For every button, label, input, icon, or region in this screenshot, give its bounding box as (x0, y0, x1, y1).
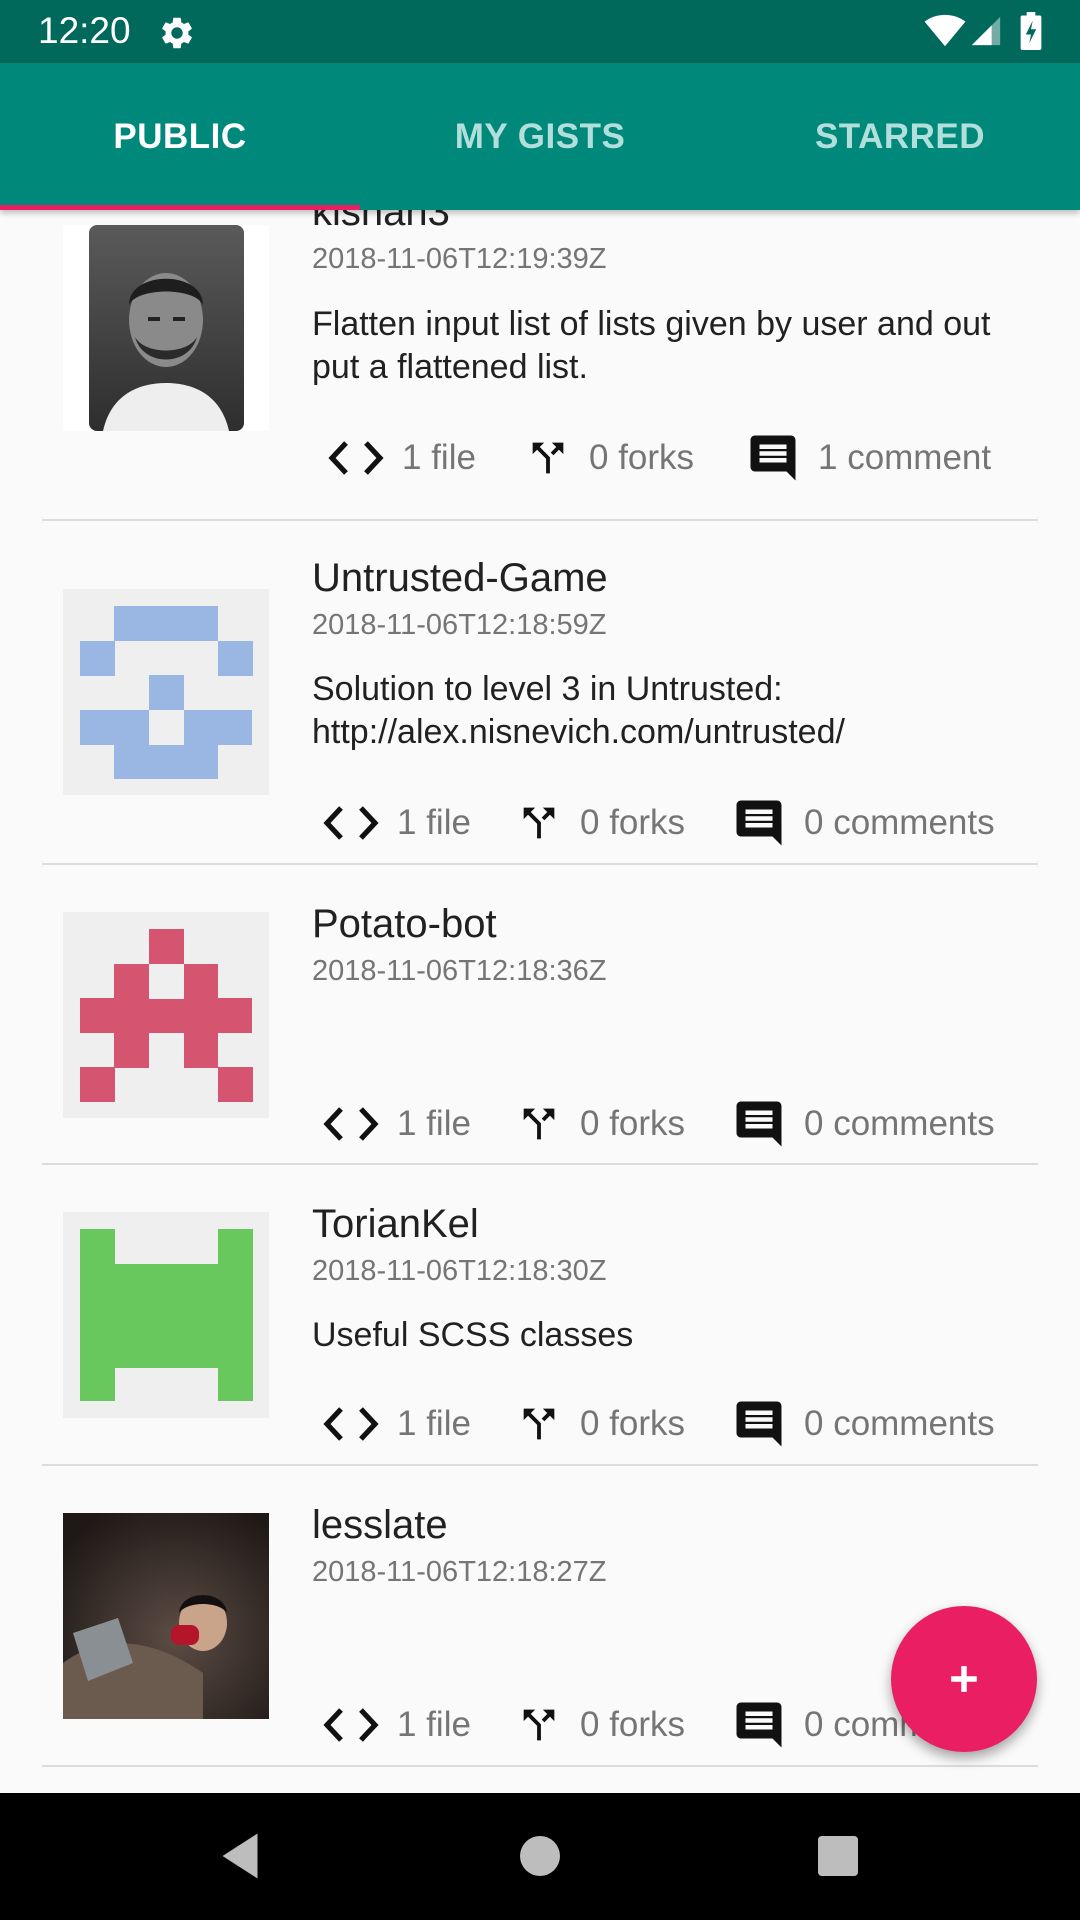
file-count: 1 file (323, 1394, 471, 1454)
code-icon (328, 441, 384, 475)
gist-owner: Untrusted-Game (312, 556, 608, 600)
comment-icon (736, 800, 782, 846)
fork-icon (523, 1709, 555, 1741)
gist-item[interactable]: TorianKel 2018-11-06T12:18:30Z Useful SC… (0, 1165, 1080, 1465)
tab-public[interactable]: PUBLIC (0, 63, 360, 210)
gist-stats: 1 file 0 forks 0 comments (312, 793, 1032, 853)
file-count: 1 file (323, 1094, 471, 1154)
comment-icon (736, 1401, 782, 1447)
avatar (63, 589, 269, 795)
comment-icon (750, 435, 796, 481)
settings-gear-icon (162, 17, 192, 49)
file-count-label: 1 file (402, 438, 476, 477)
status-bar: 12:20 (0, 0, 1080, 63)
gist-stats: 1 file 0 forks 1 comment (312, 428, 1032, 488)
file-count-label: 1 file (397, 1705, 471, 1744)
fork-count: 0 forks (516, 1094, 685, 1154)
fork-count-label: 0 forks (580, 1104, 686, 1143)
identicon-avatar (80, 929, 253, 1102)
back-icon[interactable] (210, 1826, 270, 1886)
fork-count: 0 forks (516, 1695, 685, 1755)
gist-item[interactable]: kishan3 2018-11-06T12:19:39Z Flatten inp… (0, 210, 1080, 510)
file-count-label: 1 file (397, 803, 471, 842)
battery-charging-icon (1020, 12, 1042, 50)
identicon-avatar (80, 1229, 253, 1401)
code-icon (323, 1407, 379, 1441)
gist-date: 2018-11-06T12:19:39Z (312, 243, 607, 275)
file-count: 1 file (328, 428, 476, 488)
avatar (63, 1513, 269, 1719)
system-nav-bar (0, 1793, 1080, 1920)
fork-count-label: 0 forks (580, 1705, 686, 1744)
fork-count-label: 0 forks (589, 438, 695, 477)
comment-icon (736, 1101, 782, 1147)
gist-owner: lesslate (312, 1503, 448, 1547)
gist-owner: kishan3 (312, 210, 450, 234)
fork-icon (523, 807, 555, 839)
gist-item[interactable]: Potato-bot 2018-11-06T12:18:36Z 1 file 0… (0, 865, 1080, 1165)
comment-count: 1 comment (746, 428, 991, 488)
gist-owner: TorianKel (312, 1202, 479, 1246)
code-icon (323, 1708, 379, 1742)
fork-count: 0 forks (525, 428, 694, 488)
gist-date: 2018-11-06T12:18:27Z (312, 1556, 607, 1588)
divider (42, 1765, 1038, 1767)
avatar (63, 1212, 269, 1418)
gist-date: 2018-11-06T12:18:30Z (312, 1255, 607, 1287)
comment-count-label: 1 comment (818, 438, 992, 477)
fork-icon (523, 1408, 555, 1440)
fork-icon (532, 442, 564, 474)
fork-icon (523, 1108, 555, 1140)
gist-description: Useful SCSS classes (312, 1316, 634, 1354)
fork-count: 0 forks (516, 1394, 685, 1454)
gist-date: 2018-11-06T12:18:36Z (312, 955, 607, 987)
gist-item[interactable]: Untrusted-Game 2018-11-06T12:18:59Z Solu… (0, 521, 1080, 846)
comment-count: 0 comments (732, 1394, 995, 1454)
recents-icon[interactable] (808, 1826, 868, 1886)
comment-count-label: 0 comments (804, 803, 995, 842)
signal-icon (971, 16, 1001, 46)
fork-count-label: 0 forks (580, 803, 686, 842)
comment-count: 0 comments (732, 793, 995, 853)
avatar-photo (63, 1513, 269, 1719)
add-gist-fab[interactable] (891, 1606, 1037, 1752)
gist-owner: Potato-bot (312, 902, 497, 946)
plus-icon (951, 1666, 977, 1692)
fork-count-label: 0 forks (580, 1404, 686, 1443)
comment-count-label: 0 comments (804, 1104, 995, 1143)
file-count: 1 file (323, 1695, 471, 1755)
gist-description: Flatten input list of lists given by use… (312, 305, 991, 386)
identicon-avatar (80, 606, 253, 779)
comment-count: 0 comments (732, 1094, 995, 1154)
file-count-label: 1 file (397, 1104, 471, 1143)
status-time: 12:20 (38, 10, 131, 51)
wifi-icon (924, 14, 966, 47)
gist-date: 2018-11-06T12:18:59Z (312, 609, 607, 641)
tab-my-gists[interactable]: MY GISTS (360, 63, 720, 210)
avatar (63, 912, 269, 1118)
file-count: 1 file (323, 793, 471, 853)
avatar (63, 225, 269, 431)
gist-stats: 1 file 0 forks 0 comments (312, 1394, 1032, 1454)
gist-description: Solution to level 3 in Untrusted: http:/… (312, 670, 845, 751)
comment-icon (736, 1702, 782, 1748)
gist-list[interactable]: kishan3 2018-11-06T12:19:39Z Flatten inp… (0, 210, 1080, 1793)
code-icon (323, 1107, 379, 1141)
tab-starred[interactable]: STARRED (720, 63, 1080, 210)
file-count-label: 1 file (397, 1404, 471, 1443)
comment-count-label: 0 comments (804, 1404, 995, 1443)
gist-stats: 1 file 0 forks 0 comments (312, 1094, 1032, 1154)
tab-indicator (0, 205, 360, 210)
code-icon (323, 806, 379, 840)
tab-bar: PUBLIC MY GISTS STARRED (0, 63, 1080, 210)
home-icon[interactable] (510, 1826, 570, 1886)
fork-count: 0 forks (516, 793, 685, 853)
avatar-photo (89, 225, 244, 431)
